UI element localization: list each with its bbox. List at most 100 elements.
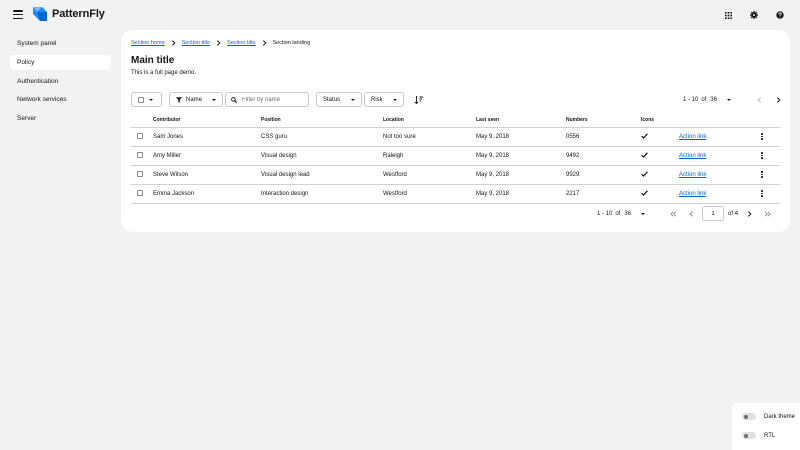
patternfly-logo-icon — [33, 7, 47, 21]
sort-icon[interactable] — [414, 95, 424, 105]
table-row: Amy Miller Visual design Raleigh May 9, … — [131, 146, 780, 166]
kebab-menu-icon[interactable] — [759, 152, 765, 159]
sidebar-item-authentication[interactable]: Authentication — [10, 74, 111, 89]
cell-contributor: Steve Wilson — [153, 165, 261, 185]
rtl-row: RTL — [742, 432, 775, 439]
cell-last-seen: May 9, 2018 — [476, 146, 566, 166]
chevron-right-icon — [262, 40, 267, 46]
cell-position: Visual design — [261, 146, 383, 166]
filter-icon — [176, 96, 182, 103]
page-description: This is a full page demo. — [131, 70, 197, 76]
table-row: Emma Jackson Interaction design Westford… — [131, 184, 780, 204]
check-icon — [641, 189, 648, 196]
caret-down-icon — [727, 98, 732, 101]
breadcrumb-link-section-1[interactable]: Section title — [182, 40, 210, 46]
next-page-button[interactable] — [745, 210, 753, 218]
pagination-range: 1 - 10 — [597, 210, 613, 217]
help-icon[interactable] — [774, 9, 786, 21]
brand[interactable]: PatternFly — [32, 6, 105, 22]
cell-location: Not too sure — [383, 127, 476, 147]
pagination-total: 36 — [624, 210, 632, 217]
table-row: Sam Jones CSS guru Not too sure May 9, 2… — [131, 127, 780, 147]
cell-numbers: 9492 — [566, 146, 641, 166]
main-content-card: Section home Section title Section title… — [121, 30, 790, 232]
current-page-input[interactable] — [702, 206, 725, 221]
double-chevron-right-icon — [764, 210, 771, 217]
next-page-button[interactable] — [774, 96, 782, 104]
kebab-menu-icon[interactable] — [759, 190, 765, 197]
sidebar-item-network-services[interactable]: Network services — [10, 92, 111, 107]
chevron-right-icon — [747, 210, 752, 217]
previous-page-button[interactable] — [687, 210, 695, 218]
risk-filter-dropdown[interactable]: Risk — [364, 92, 404, 107]
column-header-location[interactable]: Location — [383, 113, 476, 127]
apps-grid-icon[interactable] — [722, 9, 734, 21]
chevron-left-icon — [689, 210, 693, 217]
table-toolbar: Name Status Risk — [131, 92, 424, 107]
theme-settings-panel: Dark theme RTL — [732, 403, 800, 450]
row-checkbox[interactable] — [137, 132, 143, 139]
cell-last-seen: May 9, 2018 — [476, 165, 566, 185]
first-page-button[interactable] — [669, 210, 677, 218]
check-icon — [641, 170, 648, 177]
breadcrumb-link-home[interactable]: Section home — [131, 40, 165, 46]
kebab-menu-icon[interactable] — [759, 171, 765, 178]
cell-last-seen: May 9, 2018 — [476, 184, 566, 204]
status-filter-label: Status — [323, 96, 341, 103]
cell-numbers: 9929 — [566, 165, 641, 185]
pagination-total: 36 — [710, 96, 718, 103]
last-page-button[interactable] — [763, 210, 771, 218]
column-header-last-seen[interactable]: Last seen — [476, 113, 566, 127]
sidebar-item-server[interactable]: Server — [10, 111, 111, 126]
filter-attribute-dropdown[interactable]: Name — [169, 92, 223, 107]
previous-page-button[interactable] — [755, 96, 763, 104]
search-icon — [231, 96, 237, 103]
column-header-action — [679, 113, 759, 127]
pagination-of: of — [615, 210, 621, 217]
per-page-toggle[interactable]: 1 - 10 of 36 — [683, 96, 732, 103]
bulk-select-dropdown[interactable] — [131, 92, 162, 107]
select-column-header — [131, 113, 153, 127]
column-header-contributor[interactable]: Contributor — [153, 113, 261, 127]
rtl-toggle[interactable] — [742, 432, 756, 439]
pagination-top: 1 - 10 of 36 — [683, 92, 782, 107]
row-checkbox[interactable] — [137, 189, 143, 196]
cell-last-seen: May 9, 2018 — [476, 127, 566, 147]
dark-theme-toggle[interactable] — [742, 413, 756, 420]
breadcrumb-link-section-2[interactable]: Section title — [227, 40, 255, 46]
data-table: Contributor Position Location Last seen … — [131, 113, 780, 204]
status-filter-dropdown[interactable]: Status — [316, 92, 362, 107]
column-header-icons[interactable]: Icons — [641, 113, 679, 127]
dark-theme-label: Dark theme — [764, 413, 796, 420]
bulk-select-checkbox[interactable] — [138, 96, 144, 103]
chevron-right-icon — [217, 40, 221, 46]
cell-contributor: Sam Jones — [153, 127, 261, 147]
search-box — [225, 92, 309, 107]
sidebar-item-system-panel[interactable]: System panel — [10, 36, 111, 51]
sidebar-item-policy[interactable]: Policy — [10, 54, 111, 70]
gear-icon[interactable] — [748, 9, 760, 21]
action-link[interactable]: Action link — [679, 191, 706, 197]
per-page-toggle-bottom[interactable]: 1 - 10 of 36 — [597, 210, 646, 217]
caret-down-icon — [149, 98, 153, 101]
action-link[interactable]: Action link — [679, 134, 706, 140]
action-link[interactable]: Action link — [679, 172, 706, 178]
breadcrumb: Section home Section title Section title… — [131, 40, 310, 46]
column-header-numbers[interactable]: Numbers — [566, 113, 641, 127]
cell-location: Raleigh — [383, 146, 476, 166]
action-link[interactable]: Action link — [679, 153, 706, 159]
column-header-position[interactable]: Position — [261, 113, 383, 127]
caret-down-icon — [212, 98, 216, 101]
cell-position: Interaction design — [261, 184, 383, 204]
cell-contributor: Emma Jackson — [153, 184, 261, 204]
double-chevron-left-icon — [669, 210, 676, 217]
kebab-menu-icon[interactable] — [759, 133, 765, 140]
cell-location: Westford — [383, 165, 476, 185]
rtl-label: RTL — [764, 432, 776, 439]
row-checkbox[interactable] — [137, 151, 143, 158]
hamburger-menu-icon[interactable] — [13, 10, 23, 19]
cell-numbers: 2217 — [566, 184, 641, 204]
risk-filter-label: Risk — [371, 96, 383, 103]
row-checkbox[interactable] — [137, 170, 143, 177]
search-input[interactable] — [242, 96, 302, 103]
